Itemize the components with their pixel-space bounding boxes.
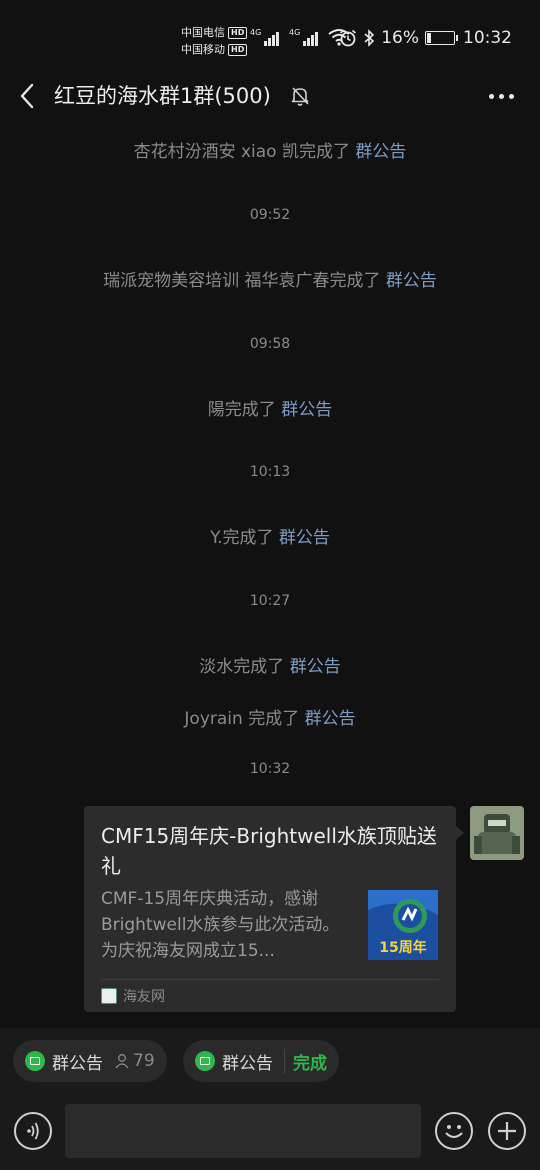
card-description: CMF-15周年庆典活动，感谢Brightwell水族参与此次活动。为庆祝海友网…: [101, 889, 340, 961]
chip-label: 群公告: [52, 1053, 103, 1074]
timestamp: 10:13: [249, 464, 291, 480]
chat-header: 红豆的海水群1群(500): [0, 68, 540, 124]
mute-bell-icon: [291, 87, 309, 106]
announcement-complete-chip[interactable]: 群公告 完成: [183, 1040, 339, 1082]
chat-title: 红豆的海水群1群(500): [54, 84, 271, 108]
avatar[interactable]: [470, 806, 524, 860]
announcement-link[interactable]: 群公告: [355, 142, 406, 162]
input-bar: [0, 1100, 540, 1170]
bluetooth-icon: [364, 29, 375, 47]
status-right: 16% 10:32: [339, 28, 512, 48]
signal-icons: 4G 4G: [250, 28, 350, 46]
signal-icon: 4G: [289, 28, 318, 46]
alarm-icon: [340, 29, 357, 47]
source-name: 海友网: [123, 989, 165, 1005]
voice-button[interactable]: [14, 1112, 52, 1150]
battery-percent: 16%: [381, 28, 419, 48]
link-card-message[interactable]: CMF15周年庆-Brightwell水族顶贴送礼 CMF-15周年庆典活动，感…: [84, 806, 464, 1012]
signal-icon: 4G: [250, 28, 279, 46]
card-title: CMF15周年庆-Brightwell水族顶贴送礼: [101, 824, 437, 878]
system-message: Y.完成了 群公告: [210, 528, 330, 548]
card-divider: [101, 979, 439, 980]
emoji-button[interactable]: [435, 1112, 473, 1150]
announcement-link[interactable]: 群公告: [290, 657, 341, 677]
card-thumbnail: 15周年: [368, 890, 438, 960]
source-logo-icon: [101, 988, 117, 1004]
hd-badge: HD: [228, 26, 248, 39]
thumbnail-text: 15周年: [379, 939, 426, 956]
hd-badge: HD: [228, 43, 248, 56]
complete-button[interactable]: 完成: [284, 1048, 327, 1074]
announcement-link[interactable]: 群公告: [305, 709, 356, 729]
voice-icon: [27, 1122, 39, 1140]
timestamp: 09:58: [249, 336, 291, 352]
chip-label: 群公告: [222, 1053, 273, 1074]
thumbnail-logo-icon: 15周年: [368, 890, 438, 960]
message-input[interactable]: [65, 1104, 421, 1158]
robot-avatar-icon: [470, 806, 524, 860]
timestamp: 10:32: [249, 761, 291, 777]
carrier-2: 中国移动: [181, 43, 225, 56]
announcement-link[interactable]: 群公告: [279, 528, 330, 548]
announcement-icon: [195, 1051, 215, 1071]
carrier-1: 中国电信: [181, 26, 225, 39]
timestamp: 10:27: [249, 593, 291, 609]
status-bar: 中国电信 HD 中国移动 HD 4G 4G 16% 10:32: [0, 0, 540, 68]
timestamp: 09:52: [249, 207, 291, 223]
network-type: 4G: [289, 28, 301, 37]
back-arrow-icon[interactable]: [16, 82, 40, 110]
system-message: 杏花村汾酒安 xiao 凯完成了 群公告: [133, 142, 407, 162]
person-icon: [115, 1054, 129, 1069]
announcement-link[interactable]: 群公告: [386, 271, 437, 291]
more-options-icon[interactable]: [489, 94, 514, 99]
battery-icon: [425, 31, 458, 45]
announcement-icon: [25, 1051, 45, 1071]
network-type: 4G: [250, 28, 262, 37]
more-functions-button[interactable]: [488, 1112, 526, 1150]
system-message: Joyrain 完成了 群公告: [184, 709, 356, 729]
system-message: 瑞派宠物美容培训 福华袁广春完成了 群公告: [103, 271, 437, 291]
battery-level: [427, 33, 432, 43]
announcement-chip[interactable]: 群公告 79: [13, 1040, 167, 1082]
status-time: 10:32: [463, 28, 512, 48]
system-message: 陽完成了 群公告: [207, 400, 333, 420]
system-message: 淡水完成了 群公告: [199, 657, 341, 677]
carrier-info: 中国电信 HD 中国移动 HD: [181, 24, 248, 58]
plus-icon: [498, 1122, 516, 1140]
emoji-icon: [445, 1125, 463, 1138]
member-count: 79: [114, 1051, 155, 1071]
card-source: 海友网: [101, 986, 165, 1006]
announcement-link[interactable]: 群公告: [281, 400, 332, 420]
